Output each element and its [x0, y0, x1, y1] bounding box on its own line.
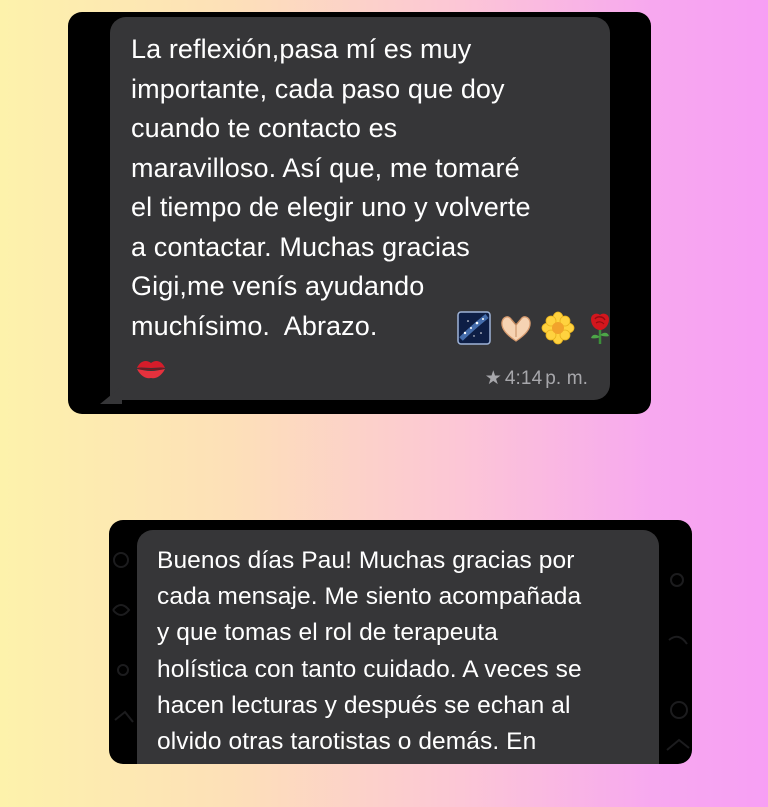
message-text: La reflexión,pasa mí es muy importante, …: [131, 34, 531, 341]
milky-way-icon: [457, 311, 491, 345]
message-meta: ★ 4:14 p. m.: [485, 367, 588, 390]
rose-icon: [591, 313, 609, 344]
message-bubble-incoming[interactable]: La reflexión,pasa mí es muy importante, …: [100, 17, 610, 404]
emoji-row: [457, 311, 617, 345]
message-bubble-incoming-2[interactable]: Buenos días Pau! Muchas gracias por cada…: [137, 530, 659, 764]
message-time-suffix: p. m.: [545, 367, 588, 389]
blossom-icon: [541, 311, 575, 345]
bubble-tail: [100, 386, 122, 404]
heart-hands-icon: [501, 316, 531, 342]
message-card-1: La reflexión,pasa mí es muy importante, …: [68, 12, 651, 414]
message-text-2: Buenos días Pau! Muchas gracias por cada…: [157, 547, 582, 756]
star-icon: ★: [484, 368, 502, 389]
message-card-2: Buenos días Pau! Muchas gracias por cada…: [109, 520, 692, 764]
message-time: 4:14: [504, 367, 543, 389]
kiss-mark-icon: [137, 360, 165, 379]
